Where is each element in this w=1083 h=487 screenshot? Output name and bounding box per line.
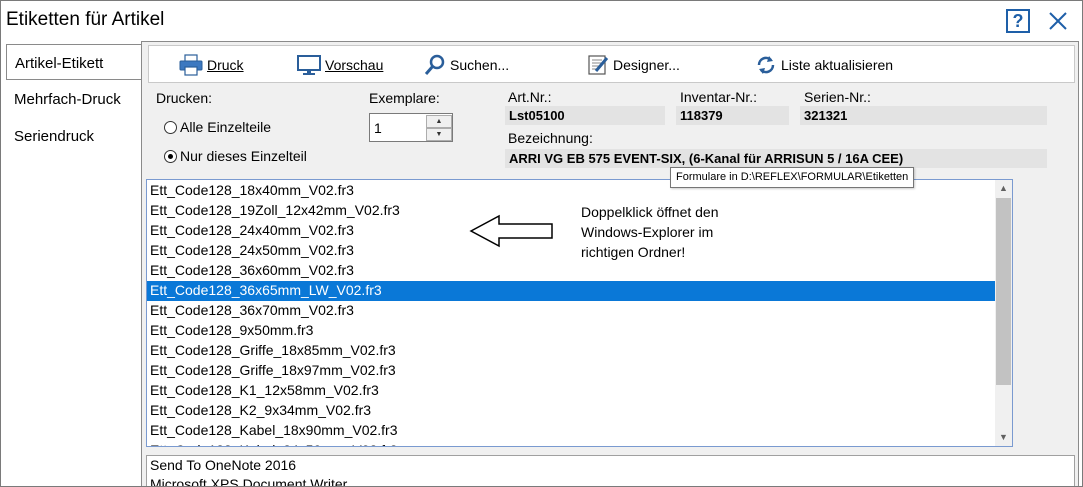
- nav-item-label: Mehrfach-Druck: [14, 91, 121, 108]
- preview-button[interactable]: Vorschau: [297, 53, 383, 77]
- scroll-thumb[interactable]: [996, 198, 1011, 385]
- search-icon: [424, 54, 445, 75]
- hint-text: Doppelklick öffnet den Windows-Explorer …: [581, 202, 781, 262]
- printer-item[interactable]: Microsoft XPS Document Writer: [150, 476, 347, 486]
- file-list-item[interactable]: Ett_Code128_K1_12x58mm_V02.fr3: [147, 381, 995, 401]
- file-list-item[interactable]: Ett_Code128_36x65mm_LW_V02.fr3: [147, 281, 995, 301]
- side-navigation: Artikel-Etikett Mehrfach-Druck Seriendru…: [1, 41, 145, 486]
- preview-button-label: Vorschau: [325, 57, 384, 73]
- arrow-left-icon: [469, 214, 553, 248]
- print-button-label: Druck: [207, 57, 244, 73]
- scroll-up-icon[interactable]: ▲: [995, 180, 1012, 197]
- nav-item-artikel-etikett[interactable]: Artikel-Etikett: [6, 44, 142, 80]
- printer-list[interactable]: Send To OneNote 2016 Microsoft XPS Docum…: [146, 455, 1075, 486]
- designer-icon: [588, 55, 609, 75]
- file-list-item[interactable]: Ett_Code128_36x60mm_V02.fr3: [147, 261, 995, 281]
- refresh-list-button-label: Liste aktualisieren: [781, 57, 894, 73]
- hint-line: Doppelklick öffnet den: [581, 204, 719, 220]
- search-button-label: Suchen...: [450, 57, 510, 73]
- artnr-field: Lst05100: [505, 106, 665, 125]
- designer-button[interactable]: Designer...: [587, 53, 680, 77]
- hint-line: richtigen Ordner!: [581, 244, 686, 260]
- main-panel: Druck Vorschau Suchen... Designer... Lis…: [141, 41, 1079, 486]
- inventar-label: Inventar-Nr.:: [680, 89, 758, 105]
- file-list-item[interactable]: Ett_Code128_Kabel_24x50mm_V02.fr3: [147, 441, 995, 446]
- toolbar: Druck Vorschau Suchen... Designer... Lis…: [148, 45, 1075, 83]
- copies-label: Exemplare:: [369, 90, 440, 106]
- file-list-item[interactable]: Ett_Code128_36x70mm_V02.fr3: [147, 301, 995, 321]
- spin-up-icon[interactable]: ▲: [426, 115, 452, 128]
- monitor-icon: [297, 55, 321, 75]
- scroll-down-icon[interactable]: ▼: [995, 429, 1012, 446]
- list-scrollbar[interactable]: ▲ ▼: [995, 180, 1012, 446]
- nav-item-label: Artikel-Etikett: [15, 55, 104, 72]
- title-bar: Etiketten für Artikel ?: [1, 1, 1082, 41]
- serien-field: 321321: [800, 106, 1047, 125]
- folder-tooltip: Formulare in D:\REFLEX\FORMULAR\Etikette…: [670, 167, 915, 188]
- copies-spinbox[interactable]: 1 ▲ ▼: [369, 113, 453, 142]
- copies-value: 1: [374, 120, 382, 136]
- printer-icon: [179, 54, 203, 76]
- printer-item[interactable]: Send To OneNote 2016: [150, 457, 296, 473]
- inventar-field: 118379: [676, 106, 789, 125]
- refresh-icon: [757, 56, 775, 74]
- file-list-item[interactable]: Ett_Code128_9x50mm.fr3: [147, 321, 995, 341]
- file-list-item[interactable]: Ett_Code128_19Zoll_12x42mm_V02.fr3: [147, 201, 995, 221]
- print-mode-label: Drucken:: [156, 90, 213, 106]
- file-list-item[interactable]: Ett_Code128_Kabel_18x90mm_V02.fr3: [147, 421, 995, 441]
- artnr-label: Art.Nr.:: [508, 89, 552, 105]
- file-list-item[interactable]: Ett_Code128_Griffe_18x97mm_V02.fr3: [147, 361, 995, 381]
- spin-down-icon[interactable]: ▼: [426, 128, 452, 141]
- hint-line: Windows-Explorer im: [581, 224, 714, 240]
- radio-this-part-label: Nur dieses Einzelteil: [180, 148, 307, 164]
- print-button[interactable]: Druck: [179, 53, 244, 77]
- serien-label: Serien-Nr.:: [804, 89, 871, 105]
- file-list-item[interactable]: Ett_Code128_24x50mm_V02.fr3: [147, 241, 995, 261]
- file-list-item[interactable]: Ett_Code128_24x40mm_V02.fr3: [147, 221, 995, 241]
- bezeichnung-label: Bezeichnung:: [508, 130, 593, 146]
- nav-item-label: Seriendruck: [14, 128, 95, 145]
- radio-all-parts-label: Alle Einzelteile: [180, 119, 272, 135]
- radio-this-part[interactable]: [164, 150, 177, 163]
- nav-item-seriendruck[interactable]: Seriendruck: [6, 118, 142, 154]
- search-button[interactable]: Suchen...: [424, 53, 509, 77]
- file-list-item[interactable]: Ett_Code128_K2_9x34mm_V02.fr3: [147, 401, 995, 421]
- window-title: Etiketten für Artikel: [6, 9, 165, 30]
- bezeichnung-field: ARRI VG EB 575 EVENT-SIX, (6-Kanal für A…: [505, 149, 1047, 168]
- label-file-list[interactable]: Ett_Code128_18x40mm_V02.fr3 Ett_Code128_1…: [146, 179, 1013, 447]
- dialog-window: Etiketten für Artikel ? Artikel-Etikett …: [0, 0, 1083, 487]
- file-list-item[interactable]: Ett_Code128_Griffe_18x85mm_V02.fr3: [147, 341, 995, 361]
- designer-button-label: Designer...: [613, 57, 680, 73]
- help-button[interactable]: ?: [1006, 9, 1030, 33]
- close-icon[interactable]: [1044, 7, 1072, 35]
- radio-all-parts[interactable]: [164, 121, 177, 134]
- nav-item-mehrfach-druck[interactable]: Mehrfach-Druck: [6, 81, 142, 117]
- refresh-list-button[interactable]: Liste aktualisieren: [755, 53, 893, 77]
